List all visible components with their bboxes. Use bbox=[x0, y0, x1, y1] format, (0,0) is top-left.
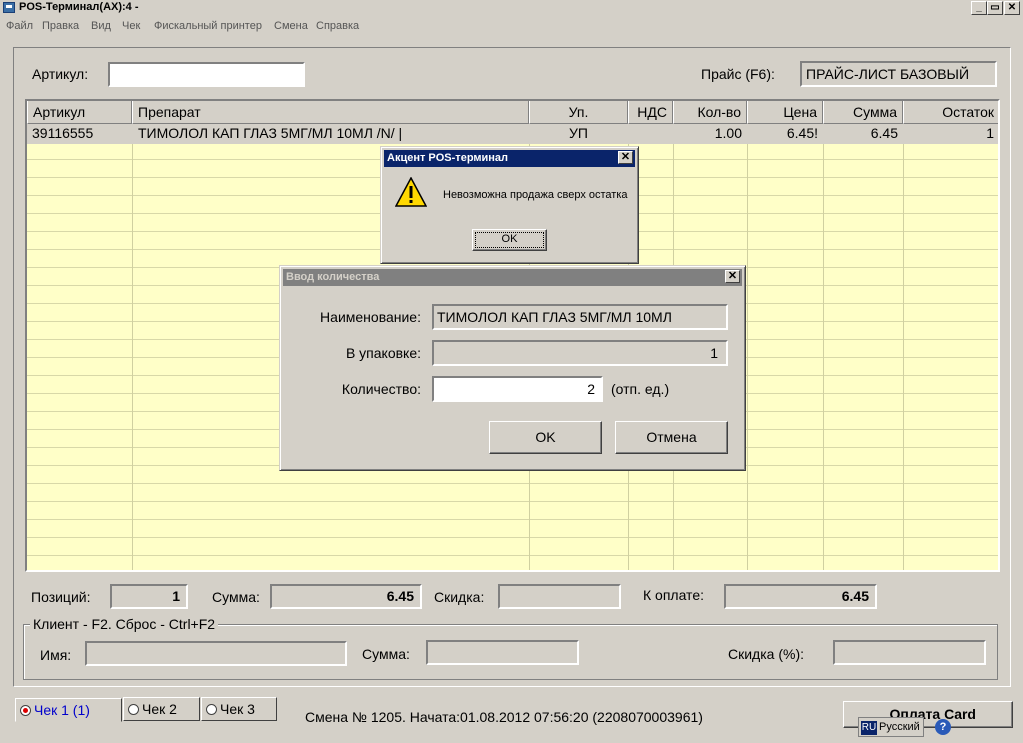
row-price: 6.45! bbox=[786, 125, 818, 141]
positions-field: 1 bbox=[110, 584, 188, 609]
grid-header: Артикул Препарат Уп. НДС Кол-во Цена Сум… bbox=[27, 101, 998, 124]
col-qty[interactable]: Кол-во bbox=[673, 101, 747, 124]
alert-title: Акцент POS-терминал bbox=[387, 152, 509, 164]
alert-title-bar: Акцент POS-терминал ✕ bbox=[384, 150, 635, 167]
col-vat[interactable]: НДС bbox=[628, 101, 673, 124]
alert-message: Невозможна продажа сверх остатка bbox=[443, 189, 628, 201]
app-icon bbox=[3, 2, 15, 13]
client-sum-field bbox=[426, 640, 579, 665]
client-group-legend: Клиент - F2. Сброс - Ctrl+F2 bbox=[30, 616, 219, 632]
qty-quantity-input[interactable] bbox=[432, 376, 603, 402]
alert-ok-button[interactable]: OK bbox=[472, 229, 547, 251]
client-discount-field bbox=[833, 640, 986, 665]
radio-icon bbox=[128, 704, 139, 715]
article-input[interactable] bbox=[108, 62, 305, 87]
client-name-label: Имя: bbox=[40, 647, 72, 663]
quantity-close-icon[interactable]: ✕ bbox=[725, 270, 740, 283]
qty-cancel-button[interactable]: Отмена bbox=[615, 421, 728, 454]
col-product[interactable]: Препарат bbox=[132, 101, 529, 124]
menu-bar: Файл Правка Вид Чек Фискальный принтер С… bbox=[0, 17, 1023, 36]
sum-field: 6.45 bbox=[270, 584, 422, 609]
qty-unit-label: (отп. ед.) bbox=[611, 381, 670, 397]
menu-receipt[interactable]: Чек bbox=[122, 20, 140, 32]
discount-label: Скидка: bbox=[434, 589, 485, 605]
shift-status: Смена № 1205. Начата:01.08.2012 07:56:20… bbox=[305, 709, 703, 725]
col-remain[interactable]: Остаток bbox=[903, 101, 998, 124]
radio-icon bbox=[206, 704, 217, 715]
menu-shift[interactable]: Смена bbox=[274, 20, 308, 32]
table-row[interactable]: 39116555 ТИМОЛОЛ КАП ГЛАЗ 5МГ/МЛ 10МЛ /N… bbox=[27, 124, 998, 144]
row-article: 39116555 bbox=[32, 125, 94, 141]
price-list-field[interactable]: ПРАЙС-ЛИСТ БАЗОВЫЙ bbox=[800, 61, 997, 87]
lang-name: Русский bbox=[879, 721, 920, 733]
discount-field bbox=[498, 584, 621, 609]
article-label: Артикул: bbox=[32, 66, 89, 82]
lang-code: RU bbox=[861, 721, 877, 735]
qty-name-field: ТИМОЛОЛ КАП ГЛАЗ 5МГ/МЛ 10МЛ bbox=[432, 304, 728, 330]
close-button[interactable]: ✕ bbox=[1004, 1, 1020, 15]
language-indicator[interactable]: RU Русский bbox=[858, 717, 924, 737]
quantity-title: Ввод количества bbox=[286, 271, 380, 283]
quantity-title-bar: Ввод количества ✕ bbox=[283, 269, 742, 286]
menu-help[interactable]: Справка bbox=[316, 20, 359, 32]
qty-name-label: Наименование: bbox=[320, 309, 421, 325]
to-pay-label: К оплате: bbox=[643, 587, 704, 603]
price-list-label: Прайс (F6): bbox=[701, 66, 775, 82]
row-sum: 6.45 bbox=[870, 125, 898, 141]
sum-label: Сумма: bbox=[212, 589, 260, 605]
tab-receipt-1-label: Чек 1 (1) bbox=[34, 702, 90, 718]
menu-fiscal-printer[interactable]: Фискальный принтер bbox=[154, 20, 262, 32]
qty-ok-button[interactable]: OK bbox=[489, 421, 602, 454]
col-article[interactable]: Артикул bbox=[27, 101, 132, 124]
title-bar: POS-Терминал(AX):4 - _ ▭ ✕ bbox=[0, 0, 1023, 16]
client-discount-label: Скидка (%): bbox=[728, 646, 804, 662]
maximize-button[interactable]: ▭ bbox=[987, 1, 1003, 15]
row-pack: УП bbox=[569, 125, 588, 141]
radio-selected-icon bbox=[20, 705, 31, 716]
row-qty: 1.00 bbox=[714, 125, 742, 141]
client-name-field[interactable] bbox=[85, 641, 347, 666]
client-sum-label: Сумма: bbox=[362, 646, 410, 662]
alert-close-icon[interactable]: ✕ bbox=[618, 151, 633, 164]
warning-icon bbox=[395, 177, 427, 207]
tab-receipt-2-label: Чек 2 bbox=[142, 701, 177, 717]
to-pay-field: 6.45 bbox=[724, 584, 877, 609]
positions-label: Позиций: bbox=[31, 589, 91, 605]
menu-edit[interactable]: Правка bbox=[42, 20, 79, 32]
qty-pack-label: В упаковке: bbox=[345, 345, 421, 361]
tab-receipt-3-label: Чек 3 bbox=[220, 701, 255, 717]
tab-receipt-1[interactable]: Чек 1 (1) bbox=[15, 698, 122, 722]
col-price[interactable]: Цена bbox=[747, 101, 823, 124]
row-remain: 1 bbox=[986, 125, 994, 141]
tab-receipt-2[interactable]: Чек 2 bbox=[123, 697, 200, 721]
qty-pack-field: 1 bbox=[432, 340, 728, 366]
menu-view[interactable]: Вид bbox=[91, 20, 111, 32]
col-sum[interactable]: Сумма bbox=[823, 101, 903, 124]
qty-quantity-label: Количество: bbox=[341, 381, 421, 397]
minimize-button[interactable]: _ bbox=[971, 1, 987, 15]
window-title: POS-Терминал(AX):4 - bbox=[19, 1, 139, 13]
col-pack[interactable]: Уп. bbox=[529, 101, 628, 124]
row-product: ТИМОЛОЛ КАП ГЛАЗ 5МГ/МЛ 10МЛ /N/ | bbox=[138, 125, 403, 141]
menu-file[interactable]: Файл bbox=[6, 20, 33, 32]
quantity-dialog: Ввод количества ✕ Наименование: ТИМОЛОЛ … bbox=[279, 265, 746, 471]
help-icon[interactable]: ? bbox=[935, 719, 951, 735]
tab-receipt-3[interactable]: Чек 3 bbox=[201, 697, 277, 721]
alert-dialog: Акцент POS-терминал ✕ Невозможна продажа… bbox=[380, 146, 639, 264]
